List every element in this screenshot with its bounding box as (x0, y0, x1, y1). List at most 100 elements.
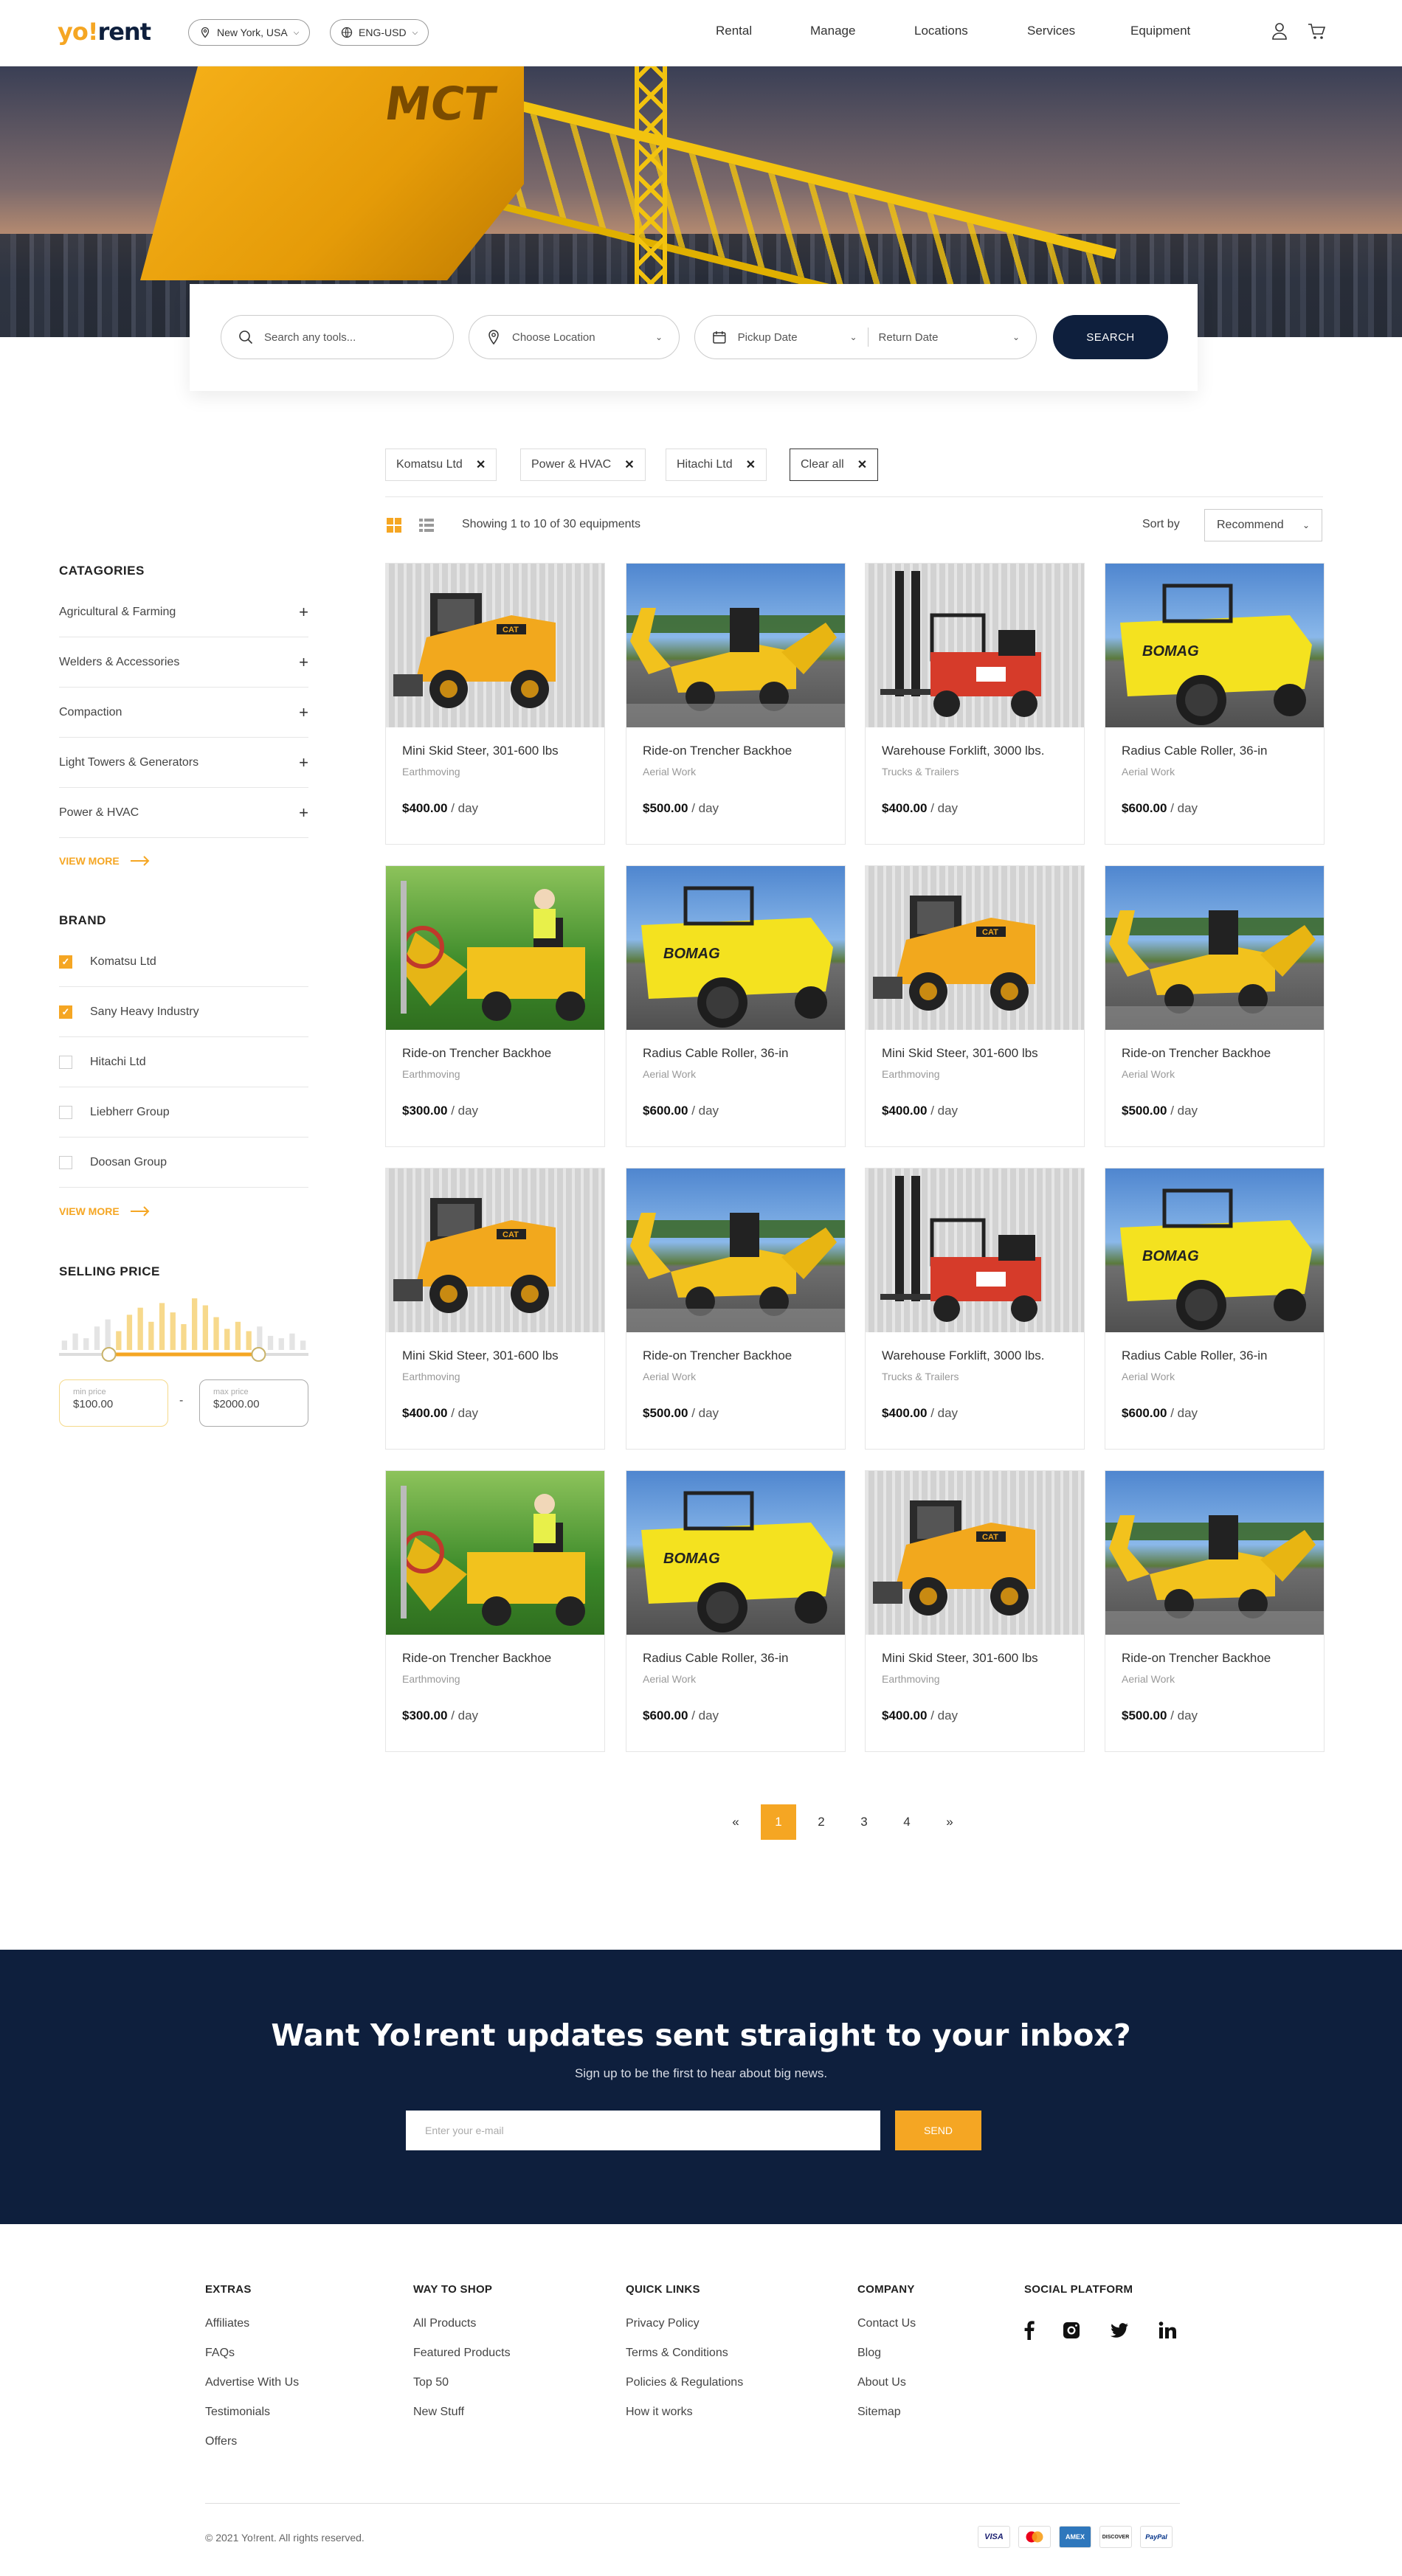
pagination-page-3[interactable]: 3 (846, 1804, 882, 1840)
footer-link-testimonials[interactable]: Testimonials (205, 2406, 270, 2419)
product-card[interactable]: Warehouse Forklift, 3000 lbs. Trucks & Tr… (865, 1168, 1085, 1450)
nav-locations[interactable]: Locations (914, 24, 968, 38)
category-light-towers[interactable]: Light Towers & Generators + (59, 738, 308, 788)
range-handle-max[interactable] (251, 1347, 266, 1362)
newsletter-email-input[interactable]: Enter your e-mail (406, 2111, 880, 2150)
footer-link-blog[interactable]: Blog (857, 2347, 881, 2360)
list-view-icon[interactable] (418, 516, 435, 534)
categories-view-more-link[interactable]: VIEW MORE (59, 855, 151, 867)
product-name[interactable]: Ride-on Trencher Backhoe (1122, 1651, 1271, 1666)
grid-view-icon[interactable] (385, 516, 403, 534)
sort-dropdown[interactable]: Recommend ⌄ (1204, 509, 1322, 541)
product-image[interactable]: BOMAG (1105, 564, 1324, 727)
brand-doosan[interactable]: Doosan Group (59, 1138, 308, 1188)
brand-komatsu[interactable]: ✓ Komatsu Ltd (59, 937, 308, 987)
product-image[interactable] (626, 564, 845, 727)
product-name[interactable]: Mini Skid Steer, 301-600 lbs (882, 1651, 1038, 1666)
currency-selector[interactable]: ENG-USD ⌵ (330, 19, 429, 46)
product-name[interactable]: Ride-on Trencher Backhoe (402, 1046, 551, 1061)
product-card[interactable]: CAT Mini Skid Steer, 301-600 lbs Earthmovi… (385, 1168, 605, 1450)
filter-chip-hitachi[interactable]: Hitachi Ltd ✕ (666, 449, 767, 481)
footer-link-affiliates[interactable]: Affiliates (205, 2317, 249, 2330)
instagram-icon[interactable] (1060, 2319, 1082, 2341)
product-card[interactable]: BOMAG Radius Cable Roller, 36-in Aerial Wo… (1105, 1168, 1325, 1450)
product-card[interactable]: Ride-on Trencher Backhoe Aerial Work $500.… (1105, 1470, 1325, 1752)
product-image[interactable] (866, 1168, 1084, 1332)
max-price-input[interactable]: max price $2000.00 (199, 1379, 308, 1427)
checkbox[interactable] (59, 1055, 72, 1069)
nav-equipment[interactable]: Equipment (1130, 24, 1190, 38)
nav-manage[interactable]: Manage (810, 24, 855, 38)
product-name[interactable]: Warehouse Forklift, 3000 lbs. (882, 744, 1044, 758)
footer-link-faqs[interactable]: FAQs (205, 2347, 235, 2360)
plus-icon[interactable]: + (299, 753, 308, 772)
footer-link-contact[interactable]: Contact Us (857, 2317, 916, 2330)
cart-icon[interactable] (1306, 21, 1327, 41)
product-name[interactable]: Ride-on Trencher Backhoe (1122, 1046, 1271, 1061)
product-name[interactable]: Radius Cable Roller, 36-in (1122, 1348, 1268, 1363)
product-image[interactable]: CAT (386, 564, 604, 727)
product-image[interactable] (1105, 1471, 1324, 1635)
location-selector[interactable]: New York, USA ⌵ (188, 19, 311, 46)
pagination-page-2[interactable]: 2 (804, 1804, 839, 1840)
newsletter-send-button[interactable]: SEND (895, 2111, 981, 2150)
tools-search-field[interactable]: Search any tools... (221, 315, 454, 359)
range-handle-min[interactable] (101, 1347, 117, 1362)
footer-link-featured[interactable]: Featured Products (413, 2347, 511, 2360)
product-name[interactable]: Warehouse Forklift, 3000 lbs. (882, 1348, 1044, 1363)
category-compaction[interactable]: Compaction + (59, 688, 308, 738)
brand-liebherr[interactable]: Liebherr Group (59, 1087, 308, 1138)
footer-link-all-products[interactable]: All Products (413, 2317, 476, 2330)
product-card[interactable]: Ride-on Trencher Backhoe Earthmoving $300.… (385, 865, 605, 1147)
footer-link-advertise[interactable]: Advertise With Us (205, 2376, 299, 2389)
footer-link-privacy[interactable]: Privacy Policy (626, 2317, 700, 2330)
product-name[interactable]: Ride-on Trencher Backhoe (643, 744, 792, 758)
twitter-icon[interactable] (1108, 2319, 1130, 2341)
linkedin-icon[interactable] (1156, 2319, 1178, 2341)
product-image[interactable]: BOMAG (1105, 1168, 1324, 1332)
product-name[interactable]: Radius Cable Roller, 36-in (643, 1651, 789, 1666)
product-name[interactable]: Radius Cable Roller, 36-in (1122, 744, 1268, 758)
close-icon[interactable]: ✕ (476, 457, 486, 472)
footer-link-sitemap[interactable]: Sitemap (857, 2406, 901, 2419)
product-card[interactable]: BOMAG Radius Cable Roller, 36-in Aerial Wo… (626, 865, 846, 1147)
footer-link-how-it-works[interactable]: How it works (626, 2406, 693, 2419)
product-image[interactable] (866, 564, 1084, 727)
product-name[interactable]: Ride-on Trencher Backhoe (402, 1651, 551, 1666)
footer-link-offers[interactable]: Offers (205, 2435, 237, 2448)
close-icon[interactable]: ✕ (746, 457, 756, 472)
product-card[interactable]: Ride-on Trencher Backhoe Aerial Work $500.… (1105, 865, 1325, 1147)
return-date-placeholder[interactable]: Return Date (879, 331, 1002, 344)
product-card[interactable]: Ride-on Trencher Backhoe Earthmoving $300.… (385, 1470, 605, 1752)
checkbox[interactable] (59, 1155, 72, 1169)
plus-icon[interactable]: + (299, 603, 308, 622)
pagination-prev[interactable]: « (718, 1804, 753, 1840)
product-name[interactable]: Mini Skid Steer, 301-600 lbs (882, 1046, 1038, 1061)
pickup-date-placeholder[interactable]: Pickup Date (738, 331, 840, 344)
checkbox[interactable] (59, 1105, 72, 1119)
nav-rental[interactable]: Rental (716, 24, 752, 38)
product-image[interactable] (386, 866, 604, 1030)
footer-link-top-50[interactable]: Top 50 (413, 2376, 449, 2389)
facebook-icon[interactable] (1018, 2319, 1040, 2341)
product-image[interactable] (1105, 866, 1324, 1030)
nav-services[interactable]: Services (1027, 24, 1075, 38)
checkbox-checked[interactable]: ✓ (59, 955, 72, 969)
product-image[interactable]: BOMAG (626, 1471, 845, 1635)
site-logo[interactable]: yo!rent (58, 18, 151, 46)
product-card[interactable]: BOMAG Radius Cable Roller, 36-in Aerial Wo… (626, 1470, 846, 1752)
product-image[interactable]: BOMAG (626, 866, 845, 1030)
pagination-page-4[interactable]: 4 (889, 1804, 925, 1840)
product-card[interactable]: CAT Mini Skid Steer, 301-600 lbs Earthmovi… (865, 1470, 1085, 1752)
category-welders[interactable]: Welders & Accessories + (59, 637, 308, 688)
product-image[interactable] (626, 1168, 845, 1332)
product-card[interactable]: Warehouse Forklift, 3000 lbs. Trucks & Tr… (865, 563, 1085, 845)
product-name[interactable]: Ride-on Trencher Backhoe (643, 1348, 792, 1363)
pagination-next[interactable]: » (932, 1804, 967, 1840)
product-card[interactable]: CAT Mini Skid Steer, 301-600 lbs Earthmovi… (385, 563, 605, 845)
product-name[interactable]: Mini Skid Steer, 301-600 lbs (402, 744, 559, 758)
plus-icon[interactable]: + (299, 653, 308, 672)
location-search-field[interactable]: Choose Location ⌄ (469, 315, 680, 359)
product-image[interactable] (386, 1471, 604, 1635)
search-button[interactable]: SEARCH (1053, 315, 1168, 359)
